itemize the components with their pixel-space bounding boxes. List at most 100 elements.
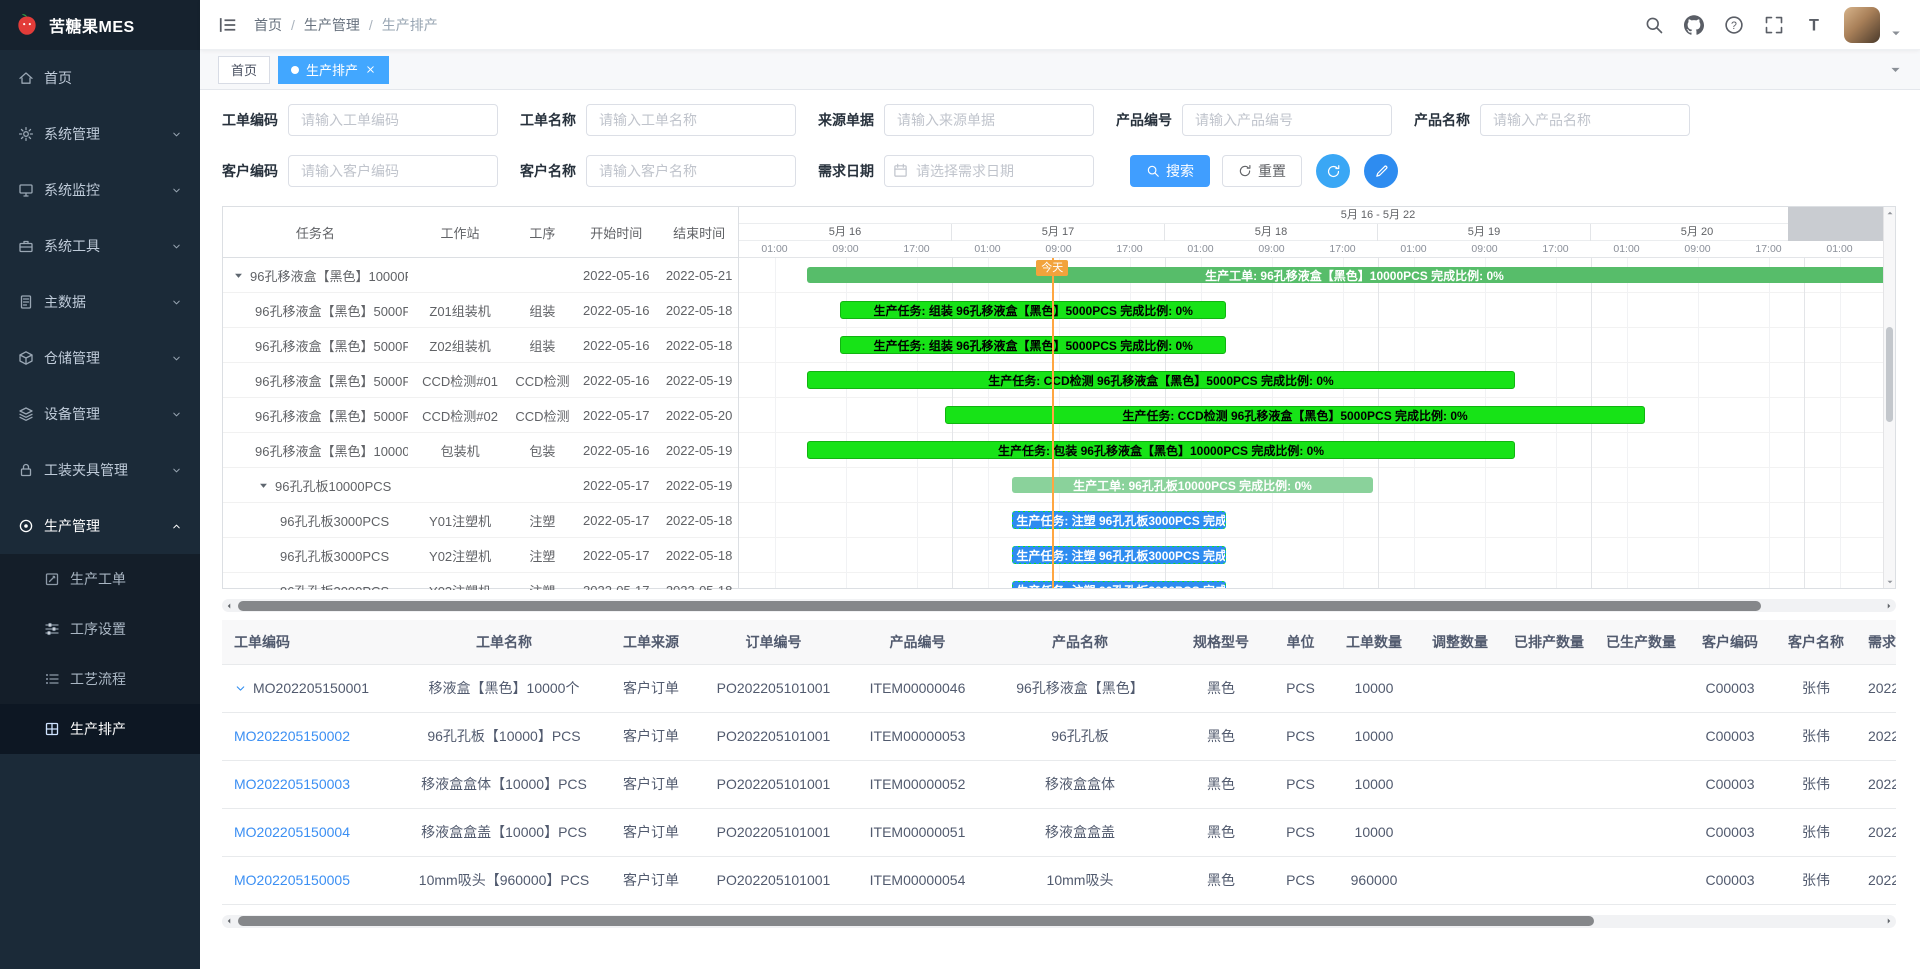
- gantt-bar-label: 生产工单: 96孔孔板10000PCS 完成比例: 0%: [1067, 477, 1318, 493]
- sidebar-item-0[interactable]: 首页: [0, 50, 200, 106]
- scroll-right-arrow-icon[interactable]: [1882, 915, 1896, 928]
- vertical-scroll-thumb[interactable]: [1886, 327, 1893, 422]
- sidebar-subitem-2[interactable]: 工艺流程: [0, 654, 200, 704]
- workorder-row[interactable]: MO20220515000510mm吸头【960000】PCS客户订单PO202…: [222, 856, 1896, 904]
- scroll-left-arrow-icon[interactable]: [222, 599, 236, 612]
- gantt-task-row[interactable]: 96孔移液盒【黑色】5000PCSZ02组装机组装2022-05-162022-…: [223, 328, 738, 363]
- sidebar-item-7[interactable]: 工装夹具管理: [0, 442, 200, 498]
- workorder-row[interactable]: MO202205150001移液盒【黑色】10000个客户订单PO2022051…: [222, 664, 1896, 712]
- sidebar-subitem-0[interactable]: 生产工单: [0, 554, 200, 604]
- sidebar-item-2[interactable]: 系统监控: [0, 162, 200, 218]
- sidebar-item-label: 系统管理: [44, 124, 100, 144]
- gantt-task-row[interactable]: 96孔孔板10000PCS2022-05-172022-05-19: [223, 468, 738, 503]
- gantt-bar[interactable]: 生产工单: 96孔孔板10000PCS 完成比例: 0%: [1012, 477, 1372, 493]
- gantt-task-row[interactable]: 96孔移液盒【黑色】5000PCSZ01组装机组装2022-05-162022-…: [223, 293, 738, 328]
- filter-label: 客户编码: [222, 161, 278, 181]
- gantt-task-row[interactable]: 96孔孔板3000PCSY03注塑机注塑2022-05-172022-05-18: [223, 573, 738, 590]
- gantt-tick-label: 09:00: [1471, 241, 1497, 258]
- expand-caret-icon[interactable]: [233, 270, 244, 281]
- font-size-icon[interactable]: T: [1804, 15, 1824, 35]
- table-horizontal-scrollbar[interactable]: [222, 915, 1896, 928]
- scroll-down-arrow-icon[interactable]: [1884, 576, 1895, 588]
- sidebar-toggle-icon[interactable]: [218, 15, 238, 35]
- gantt-bar[interactable]: 生产任务: 注塑 96孔孔板3000PCS 完成比例: 0%: [1012, 581, 1226, 588]
- gantt-bar[interactable]: 生产任务: 组装 96孔移液盒【黑色】5000PCS 完成比例: 0%: [840, 336, 1226, 354]
- user-menu-caret-icon[interactable]: [1890, 27, 1902, 39]
- gantt-task-row[interactable]: 96孔移液盒【黑色】10000PCS包装机包装2022-05-162022-05…: [223, 433, 738, 468]
- gantt-vertical-scrollbar[interactable]: [1883, 207, 1895, 588]
- horizontal-scroll-thumb[interactable]: [238, 601, 1761, 611]
- gantt-bar[interactable]: 生产任务: 注塑 96孔孔板3000PCS 完成比例: 0%: [1012, 511, 1226, 529]
- table-header-cell: 已生产数量: [1595, 620, 1687, 664]
- sidebar-item-5[interactable]: 仓储管理: [0, 330, 200, 386]
- scroll-up-arrow-icon[interactable]: [1884, 207, 1895, 219]
- gantt-task-row[interactable]: 96孔移液盒【黑色】5000PCSCCD检测#01CCD检测2022-05-16…: [223, 363, 738, 398]
- sidebar-subitem-1[interactable]: 工序设置: [0, 604, 200, 654]
- demand-date-input[interactable]: [884, 155, 1094, 187]
- filter-input-row1-0[interactable]: [288, 104, 498, 136]
- gantt-bar[interactable]: 生产任务: 注塑 96孔孔板3000PCS 完成比例: 0%: [1012, 546, 1226, 564]
- gantt-bar[interactable]: 生产任务: 包装 96孔移液盒【黑色】10000PCS 完成比例: 0%: [807, 441, 1514, 459]
- workorder-row[interactable]: MO202205150004移液盒盒盖【10000】PCS客户订单PO20220…: [222, 808, 1896, 856]
- breadcrumb-item[interactable]: 首页: [254, 15, 282, 35]
- expand-caret-icon[interactable]: [258, 480, 269, 491]
- question-icon[interactable]: ?: [1724, 15, 1744, 35]
- gantt-bar[interactable]: 生产任务: 组装 96孔移液盒【黑色】5000PCS 完成比例: 0%: [840, 301, 1226, 319]
- sidebar-item-1[interactable]: 系统管理: [0, 106, 200, 162]
- scroll-left-arrow-icon[interactable]: [222, 915, 236, 928]
- search-button[interactable]: 搜索: [1130, 155, 1210, 187]
- gantt-bar[interactable]: 生产工单: 96孔移液盒【黑色】10000PCS 完成比例: 0%: [807, 267, 1883, 283]
- workorder-row[interactable]: MO20220515000296孔孔板【10000】PCS客户订单PO20220…: [222, 712, 1896, 760]
- sidebar-item-8[interactable]: 生产管理: [0, 498, 200, 554]
- user-avatar[interactable]: [1844, 7, 1880, 43]
- active-tab-dot: [291, 66, 299, 74]
- row-expand-icon[interactable]: [234, 682, 247, 695]
- filter-input-row2-0[interactable]: [288, 155, 498, 187]
- gantt-task-row[interactable]: 96孔移液盒【黑色】5000PCSCCD检测#02CCD检测2022-05-17…: [223, 398, 738, 433]
- sidebar-item-4[interactable]: 主数据: [0, 274, 200, 330]
- filter-input-row1-4[interactable]: [1480, 104, 1690, 136]
- gantt-day-label: 5月 17: [952, 224, 1165, 241]
- horizontal-scroll-thumb[interactable]: [238, 916, 1594, 926]
- filter-input-row1-1[interactable]: [586, 104, 796, 136]
- tab-close-icon[interactable]: [365, 64, 376, 75]
- table-header-cell: 工单来源: [602, 620, 700, 664]
- task-end: 2022-05-18: [660, 338, 738, 353]
- gantt-bar[interactable]: 生产任务: CCD检测 96孔移液盒【黑色】5000PCS 完成比例: 0%: [807, 371, 1514, 389]
- breadcrumb-separator: /: [291, 17, 295, 33]
- gantt-bar[interactable]: 生产任务: CCD检测 96孔移液盒【黑色】5000PCS 完成比例: 0%: [945, 406, 1645, 424]
- gantt-horizontal-scrollbar[interactable]: [222, 599, 1896, 612]
- workorder-row[interactable]: MO202205150003移液盒盒体【10000】PCS客户订单PO20220…: [222, 760, 1896, 808]
- workorder-code[interactable]: MO202205150004: [234, 824, 350, 840]
- gantt-task-row[interactable]: 96孔孔板3000PCSY02注塑机注塑2022-05-172022-05-18: [223, 538, 738, 573]
- sidebar-item-6[interactable]: 设备管理: [0, 386, 200, 442]
- table-cell: C00003: [1687, 808, 1773, 856]
- table-header-row: 工单编码工单名称工单来源订单编号产品编号产品名称规格型号单位工单数量调整数量已排…: [222, 620, 1896, 664]
- edit-circle-button[interactable]: [1364, 154, 1398, 188]
- reset-button[interactable]: 重置: [1222, 155, 1302, 187]
- filter-input-row1-3[interactable]: [1182, 104, 1392, 136]
- filter-group-row1-2: 来源单据: [818, 104, 1094, 136]
- sidebar-subitem-3[interactable]: 生产排产: [0, 704, 200, 754]
- task-workstation: CCD检测#01: [408, 371, 513, 390]
- tab-0[interactable]: 首页: [218, 56, 270, 84]
- tabs-menu-caret-icon[interactable]: [1889, 63, 1902, 76]
- table-cell: ITEM00000046: [847, 664, 988, 712]
- gantt-panel: 任务名工作站工序开始时间结束时间 96孔移液盒【黑色】10000PCS2022-…: [222, 206, 1896, 589]
- workorder-code[interactable]: MO202205150002: [234, 728, 350, 744]
- task-start: 2022-05-16: [572, 443, 660, 458]
- scroll-right-arrow-icon[interactable]: [1882, 599, 1896, 612]
- breadcrumb-item[interactable]: 生产管理: [304, 15, 360, 35]
- filter-input-row1-2[interactable]: [884, 104, 1094, 136]
- workorder-code[interactable]: MO202205150005: [234, 872, 350, 888]
- github-icon[interactable]: [1684, 15, 1704, 35]
- sidebar-item-3[interactable]: 系统工具: [0, 218, 200, 274]
- tab-1[interactable]: 生产排产: [278, 56, 389, 84]
- gantt-task-row[interactable]: 96孔移液盒【黑色】10000PCS2022-05-162022-05-21: [223, 258, 738, 293]
- fullscreen-icon[interactable]: [1764, 15, 1784, 35]
- workorder-code[interactable]: MO202205150003: [234, 776, 350, 792]
- gantt-task-row[interactable]: 96孔孔板3000PCSY01注塑机注塑2022-05-172022-05-18: [223, 503, 738, 538]
- search-icon[interactable]: [1644, 15, 1664, 35]
- filter-input-row2-1[interactable]: [586, 155, 796, 187]
- refresh-circle-button[interactable]: [1316, 154, 1350, 188]
